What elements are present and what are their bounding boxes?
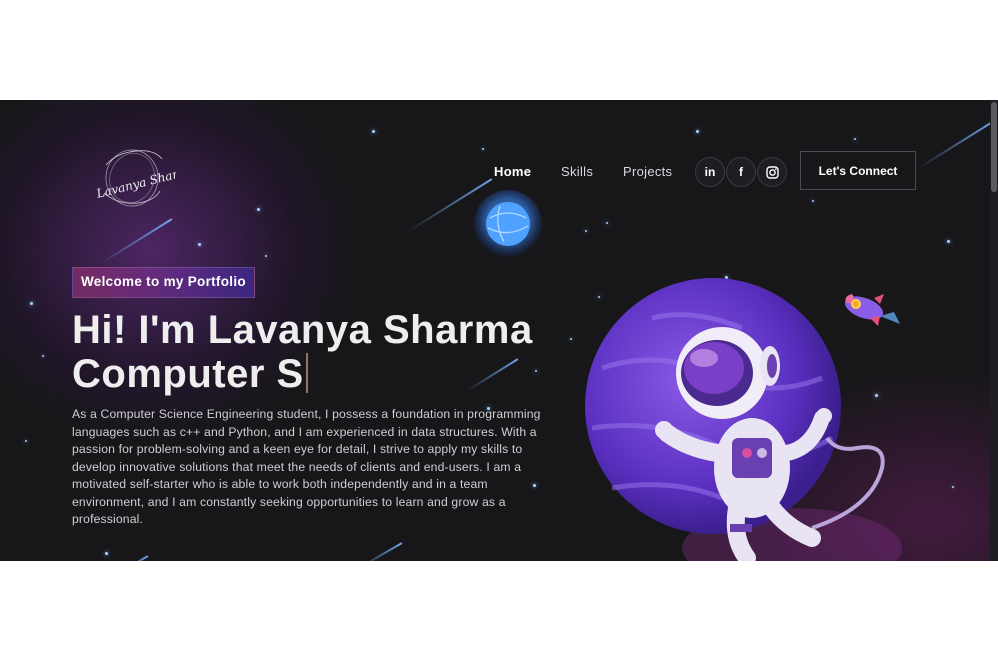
nav-projects[interactable]: Projects: [623, 164, 672, 179]
scrollbar-thumb[interactable]: [991, 102, 997, 192]
hero-headline: Hi! I'm Lavanya Sharma Computer S: [72, 308, 533, 396]
headline-line-1: Hi! I'm Lavanya Sharma: [72, 308, 533, 352]
instagram-icon[interactable]: [757, 157, 787, 187]
instagram-glyph: [765, 165, 779, 179]
facebook-glyph: f: [739, 165, 743, 179]
linkedin-icon[interactable]: in: [695, 157, 725, 187]
linkedin-glyph: in: [704, 165, 716, 179]
welcome-tagline: Welcome to my Portfolio: [72, 267, 255, 298]
signature-logo[interactable]: Lavanya Sharma: [88, 145, 176, 211]
nav-skills[interactable]: Skills: [561, 164, 593, 179]
lets-connect-button[interactable]: Let's Connect: [800, 151, 916, 190]
headline-line-2: Computer S: [72, 352, 533, 396]
rocket-icon: [844, 294, 900, 326]
hero-banner: Lavanya Sharma Home Skills Projects in f…: [0, 100, 998, 561]
typing-caret: [305, 353, 308, 393]
typing-text: Computer S: [72, 352, 304, 396]
facebook-icon[interactable]: f: [726, 157, 756, 187]
about-paragraph: As a Computer Science Engineering studen…: [72, 407, 541, 526]
glowing-planet-icon: [474, 190, 542, 258]
page-scrollbar[interactable]: [990, 100, 998, 561]
nav-home[interactable]: Home: [494, 164, 531, 179]
